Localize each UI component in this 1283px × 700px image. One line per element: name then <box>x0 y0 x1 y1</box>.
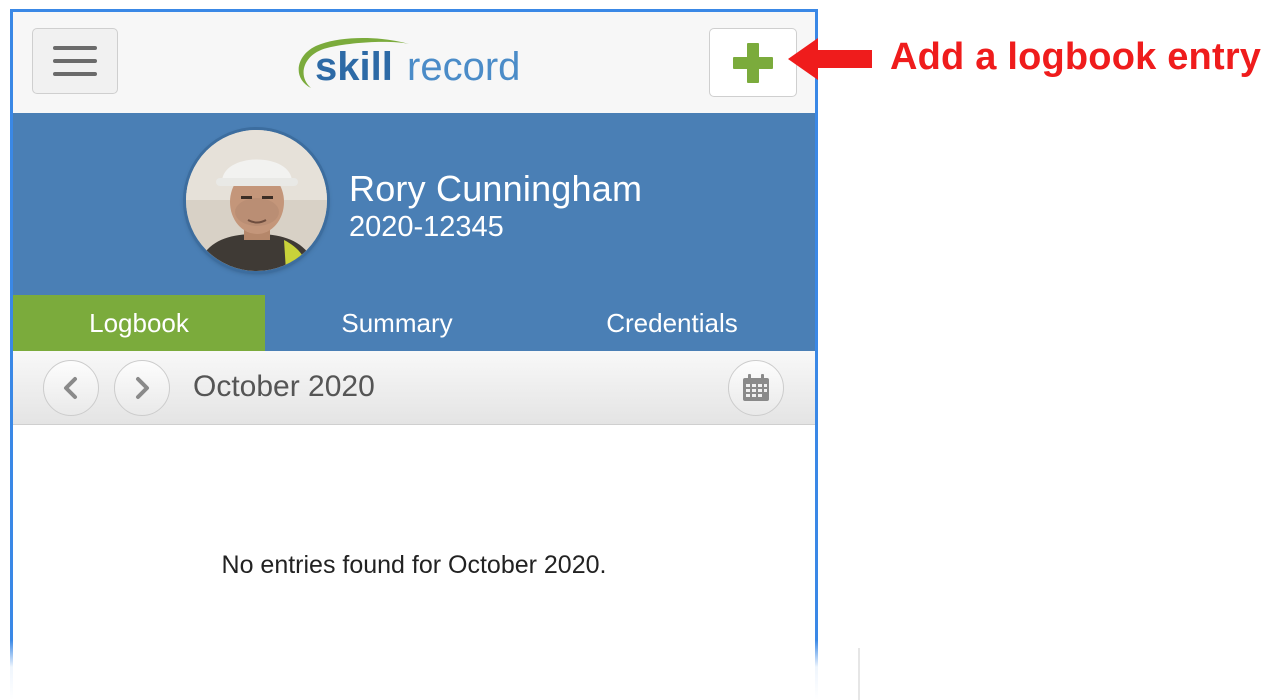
chevron-right-icon <box>136 377 149 399</box>
red-arrow-icon <box>788 38 872 80</box>
annotation-label: Add a logbook entry <box>890 36 1262 78</box>
calendar-icon <box>743 374 769 401</box>
calendar-button[interactable] <box>728 360 784 416</box>
tab-summary[interactable]: Summary <box>265 295 529 351</box>
skillrecord-logo: skill record <box>298 38 520 89</box>
bottom-fade-overlay <box>0 640 860 700</box>
screenshot-stage: skill record Rory Cunningham 2020-12345 … <box>0 0 1283 700</box>
user-id-number: 2020-12345 <box>349 211 504 243</box>
app-header: skill record <box>13 12 815 114</box>
plus-icon <box>733 42 773 83</box>
logo-text-light: record <box>407 45 520 89</box>
current-month-label: October 2020 <box>193 370 375 403</box>
add-logbook-entry-button[interactable] <box>709 28 797 97</box>
menu-button[interactable] <box>32 28 118 94</box>
avatar <box>186 130 327 271</box>
user-name: Rory Cunningham <box>349 168 643 209</box>
previous-month-button[interactable] <box>43 360 99 416</box>
profile-header: Rory Cunningham 2020-12345 <box>13 113 815 295</box>
tab-bar: Logbook Summary Credentials <box>13 295 815 351</box>
month-navigator: October 2020 <box>13 351 815 425</box>
empty-state-message: No entries found for October 2020. <box>221 551 607 579</box>
hamburger-menu-icon-bar <box>53 59 97 63</box>
chevron-left-icon <box>64 377 77 399</box>
fade-edge <box>858 648 860 700</box>
tab-logbook[interactable]: Logbook <box>13 295 265 351</box>
tab-credentials[interactable]: Credentials <box>529 295 815 351</box>
hamburger-menu-icon <box>53 46 97 50</box>
hamburger-menu-icon-bar <box>53 72 97 76</box>
mobile-app-frame: skill record Rory Cunningham 2020-12345 … <box>10 9 818 700</box>
next-month-button[interactable] <box>114 360 170 416</box>
user-photo <box>186 130 327 271</box>
logo-text-bold: skill <box>315 45 393 89</box>
